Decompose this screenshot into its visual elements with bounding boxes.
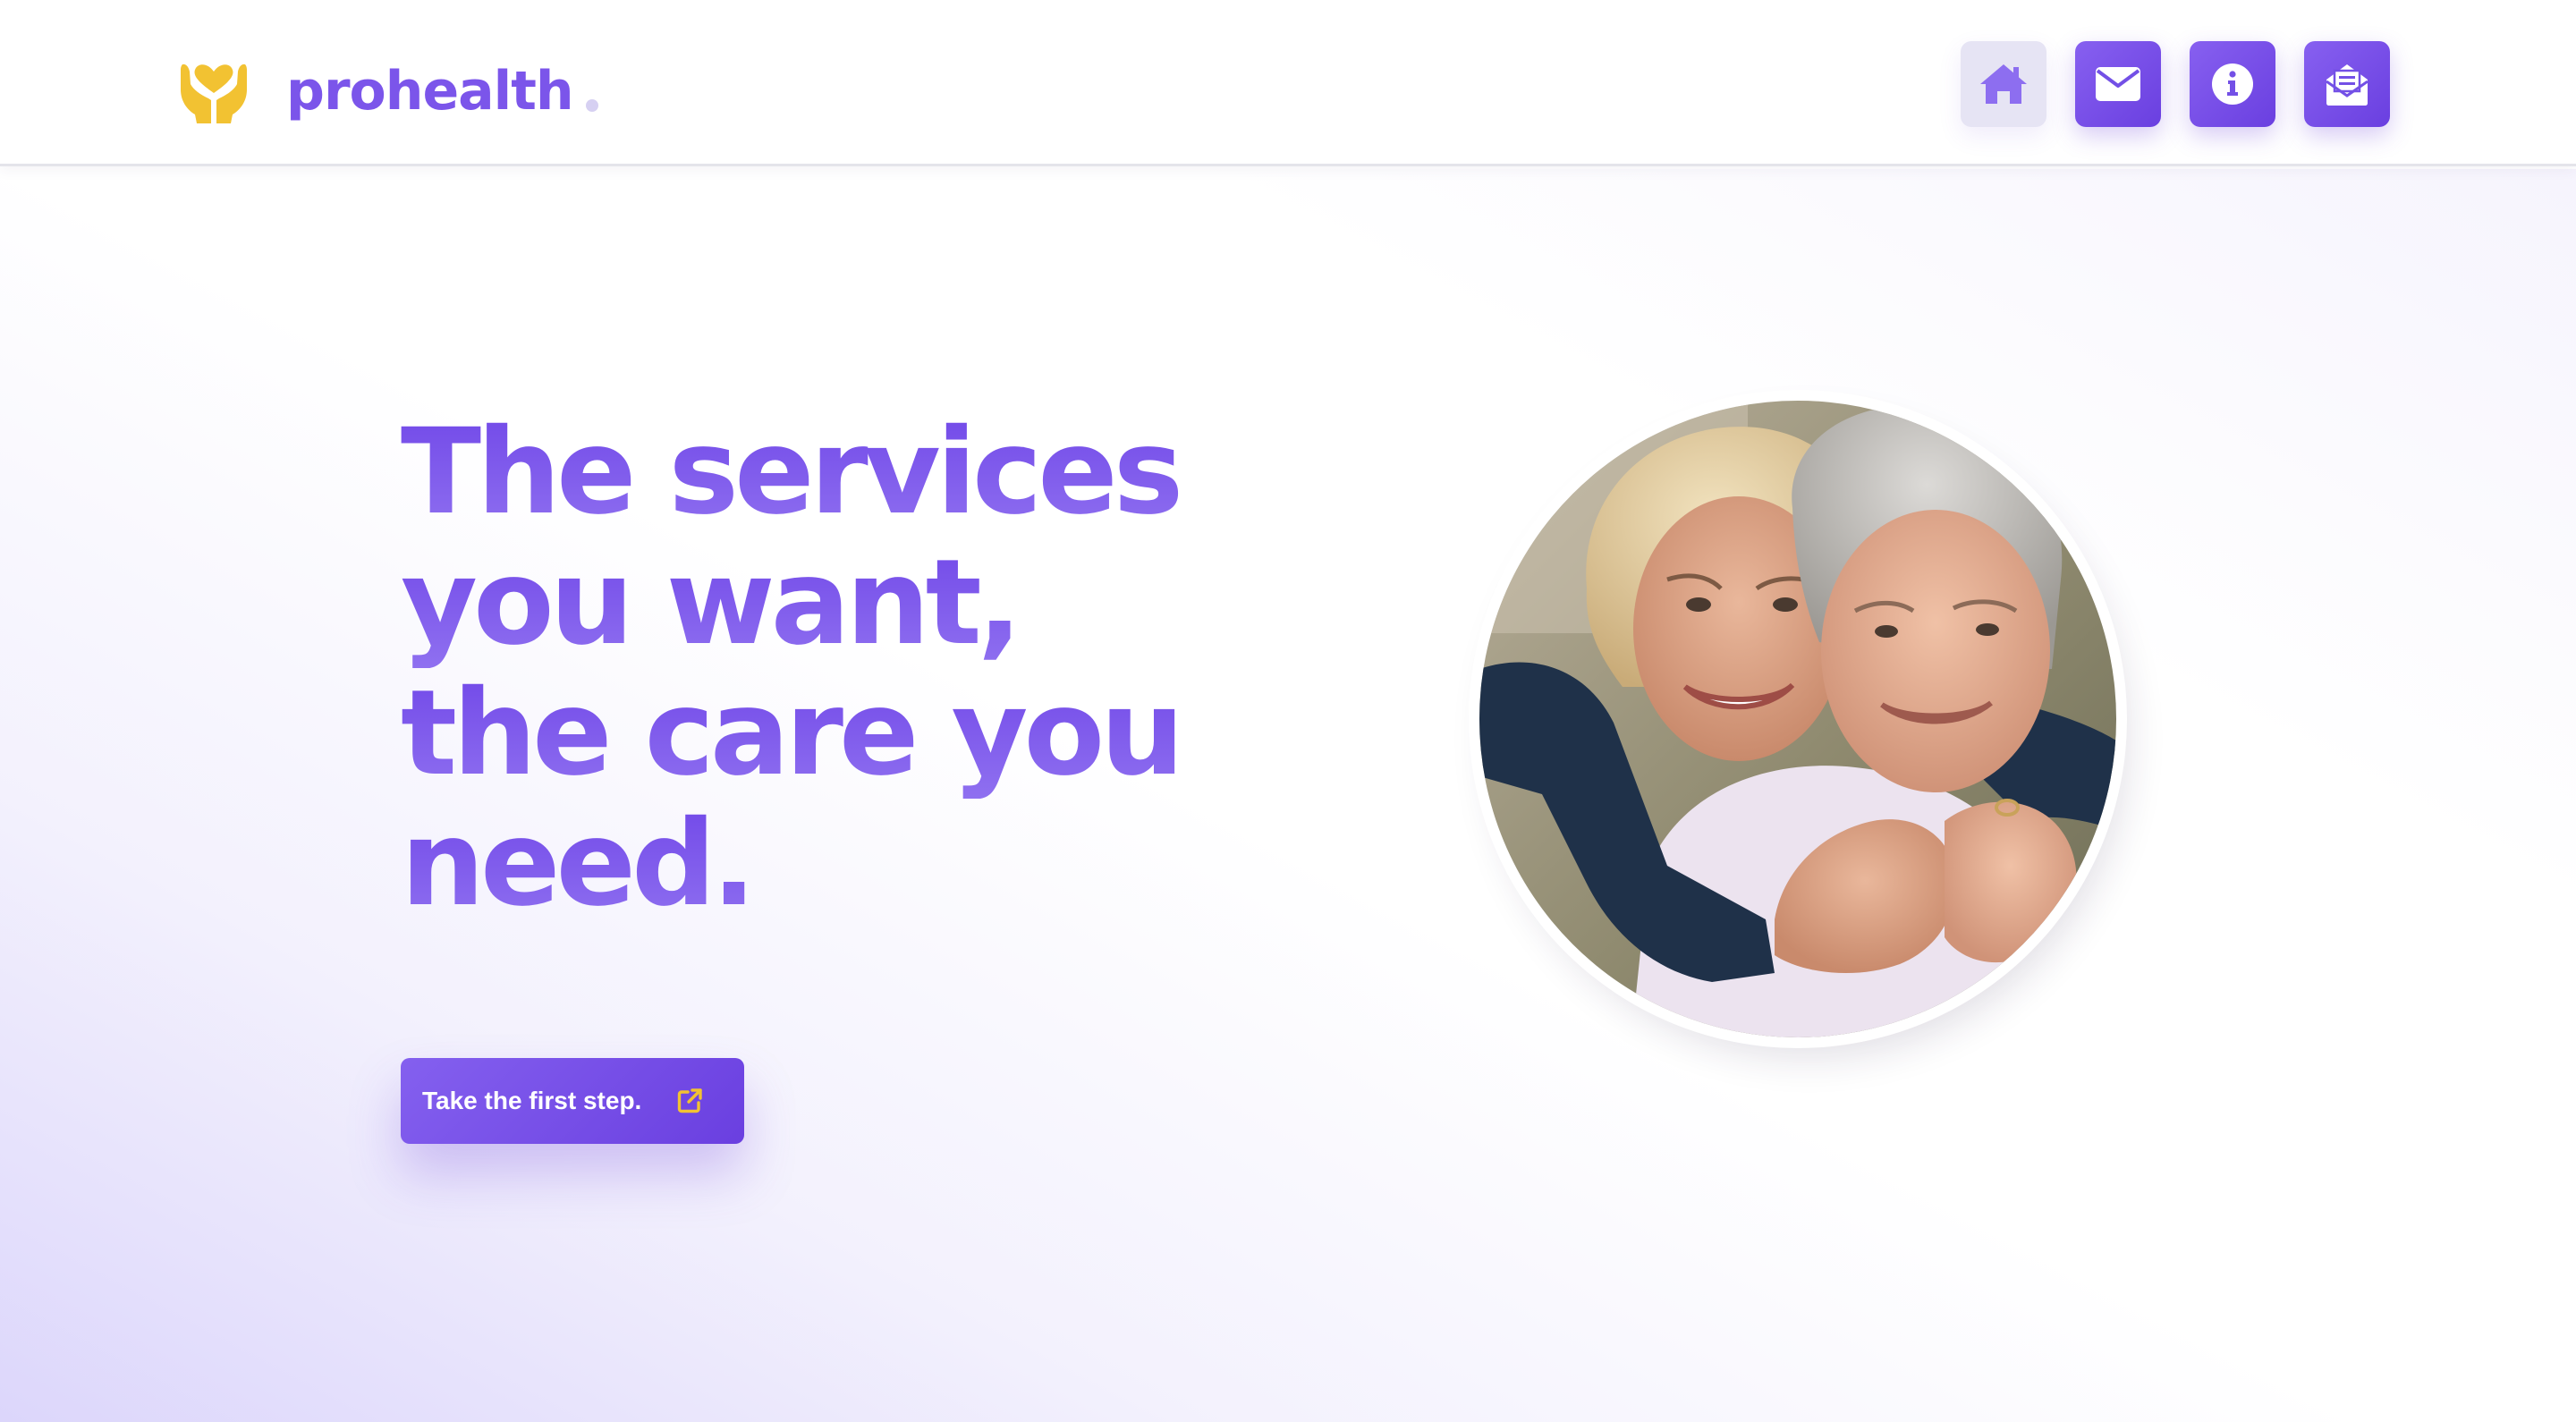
brand-name: prohealth	[286, 60, 574, 123]
open-envelope-icon	[2326, 64, 2368, 106]
take-first-step-button[interactable]: Take the first step.	[401, 1058, 744, 1144]
headline-line: you want,	[401, 537, 1241, 668]
headline-line: need.	[401, 799, 1241, 929]
info-icon	[2212, 63, 2253, 105]
hands-heart-icon	[181, 63, 247, 123]
top-nav	[1961, 41, 2390, 127]
envelope-icon	[2096, 67, 2140, 101]
brand-dot	[585, 99, 598, 112]
cta-label: Take the first step.	[422, 1087, 642, 1114]
hero-photo	[1479, 401, 2116, 1037]
nav-home-button[interactable]	[1961, 41, 2046, 127]
nav-messages-button[interactable]	[2304, 41, 2390, 127]
brand-logo[interactable]: prohealth	[179, 59, 598, 123]
hero-headline: The services you want, the care you need…	[401, 407, 1241, 929]
site-header: prohealth	[0, 0, 2576, 166]
external-link-icon	[678, 1088, 703, 1113]
hero-section: The services you want, the care you need…	[0, 169, 2576, 1422]
headline-line: the care you	[401, 668, 1241, 799]
home-icon	[1980, 64, 2027, 104]
headline-line: The services	[401, 407, 1241, 537]
nav-contact-button[interactable]	[2075, 41, 2161, 127]
nav-info-button[interactable]	[2190, 41, 2275, 127]
